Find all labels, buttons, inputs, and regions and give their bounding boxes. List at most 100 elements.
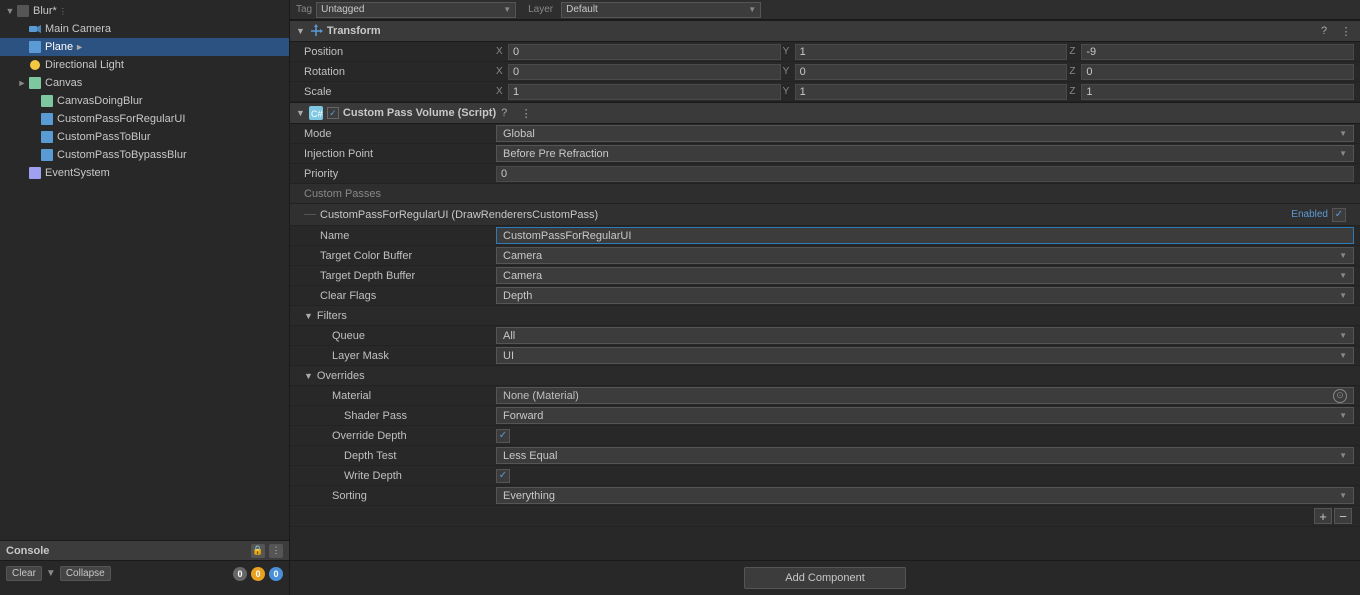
filters-arrow-icon: ▼	[304, 311, 313, 321]
hierarchy-item-canvas-doing-blur[interactable]: CanvasDoingBlur	[0, 92, 289, 110]
directional-light-label: Directional Light	[45, 59, 124, 71]
name-input[interactable]	[496, 227, 1354, 244]
hierarchy-item-custom-pass-regular[interactable]: CustomPassForRegularUI	[0, 110, 289, 128]
hierarchy-item-event-system[interactable]: EventSystem	[0, 164, 289, 182]
rotation-row: Rotation X Y Z	[290, 62, 1360, 82]
custom-pass-regular-label: CustomPassForRegularUI	[57, 113, 185, 125]
position-y-input[interactable]	[795, 44, 1068, 60]
clear-flags-row: Clear Flags Depth	[290, 286, 1360, 306]
filters-label: Filters	[317, 310, 347, 322]
add-pass-button[interactable]: +	[1314, 508, 1332, 524]
rotation-value: X Y Z	[496, 64, 1354, 80]
priority-row: Priority	[290, 164, 1360, 184]
scale-z-input[interactable]	[1081, 84, 1354, 100]
injection-point-dropdown[interactable]: Before Pre Refraction	[496, 145, 1354, 162]
custom-passes-label: Custom Passes	[304, 188, 381, 200]
priority-input[interactable]	[496, 166, 1354, 182]
add-component-button[interactable]: Add Component	[744, 567, 906, 589]
custom-pass-volume-settings-icon[interactable]: ⋮	[518, 105, 534, 121]
tag-dropdown[interactable]: Untagged	[316, 2, 516, 18]
pass-enabled-checkbox[interactable]	[1332, 208, 1346, 222]
rotation-z-input[interactable]	[1081, 64, 1354, 80]
override-depth-value	[496, 429, 1354, 443]
clear-flags-label: Clear Flags	[296, 290, 496, 302]
position-x-input[interactable]	[508, 44, 781, 60]
position-z-input[interactable]	[1081, 44, 1354, 60]
rotation-x-label: X	[496, 66, 506, 77]
write-depth-checkbox[interactable]	[496, 469, 510, 483]
scale-x-input[interactable]	[508, 84, 781, 100]
hierarchy-item-blur[interactable]: Blur* ⋮	[0, 2, 289, 20]
hierarchy-item-plane[interactable]: Plane ►	[0, 38, 289, 56]
sorting-row: Sorting Everything	[290, 486, 1360, 506]
pass-header: CustomPassForRegularUI (DrawRenderersCus…	[290, 204, 1360, 226]
rotation-z-label: Z	[1069, 66, 1079, 77]
tree-arrow-canvas[interactable]	[16, 77, 28, 89]
hierarchy-item-main-camera[interactable]: Main Camera	[0, 20, 289, 38]
info-count: 0	[269, 567, 283, 581]
material-target-icon[interactable]: ⊙	[1333, 389, 1347, 403]
mode-label: Mode	[296, 128, 496, 140]
custom-pass-volume-checkbox[interactable]	[327, 107, 339, 119]
overrides-section[interactable]: ▼ Overrides	[290, 366, 1360, 386]
transform-help-icon[interactable]: ?	[1316, 23, 1332, 39]
injection-point-row: Injection Point Before Pre Refraction	[290, 144, 1360, 164]
hierarchy-panel: Blur* ⋮ Main Camera Plane ►	[0, 0, 289, 540]
queue-dropdown[interactable]: All	[496, 327, 1354, 344]
rotation-y-label: Y	[783, 66, 793, 77]
rotation-y-input[interactable]	[795, 64, 1068, 80]
rotation-x-input[interactable]	[508, 64, 781, 80]
hierarchy-item-directional-light[interactable]: Directional Light	[0, 56, 289, 74]
right-panel: Tag Untagged Layer Default ▼ Transform ?…	[290, 0, 1360, 595]
depth-test-dropdown[interactable]: Less Equal	[496, 447, 1354, 464]
rotation-x-item: X	[496, 64, 781, 80]
scale-y-input[interactable]	[795, 84, 1068, 100]
clear-flags-dropdown[interactable]: Depth	[496, 287, 1354, 304]
sorting-dropdown[interactable]: Everything	[496, 487, 1354, 504]
clear-button[interactable]: Clear	[6, 566, 42, 581]
transform-title: Transform	[327, 25, 1316, 37]
depth-test-row: Depth Test Less Equal	[290, 446, 1360, 466]
layer-dropdown[interactable]: Default	[561, 2, 761, 18]
write-depth-row: Write Depth	[290, 466, 1360, 486]
scale-y-label: Y	[783, 86, 793, 97]
hierarchy-item-custom-pass-to-blur[interactable]: CustomPassToBlur	[0, 128, 289, 146]
shader-pass-row: Shader Pass Forward	[290, 406, 1360, 426]
info-badge: 0	[269, 567, 283, 581]
layer-mask-dropdown[interactable]: UI	[496, 347, 1354, 364]
shader-pass-dropdown[interactable]: Forward	[496, 407, 1354, 424]
console-header: Console 🔒 ⋮	[0, 541, 289, 561]
target-depth-buffer-dropdown[interactable]: Camera	[496, 267, 1354, 284]
mode-dropdown[interactable]: Global	[496, 125, 1354, 142]
override-depth-checkbox[interactable]	[496, 429, 510, 443]
collapse-button[interactable]: Collapse	[60, 566, 111, 581]
depth-test-value: Less Equal	[496, 447, 1354, 464]
position-xyz: X Y Z	[496, 44, 1354, 60]
target-color-buffer-dropdown[interactable]: Camera	[496, 247, 1354, 264]
warning-badge: 0	[251, 567, 265, 581]
custom-pass-volume-help-icon[interactable]: ?	[496, 105, 512, 121]
rotation-z-item: Z	[1069, 64, 1354, 80]
hierarchy-item-custom-pass-bypass[interactable]: CustomPassToBypassBlur	[0, 146, 289, 164]
material-label: Material	[296, 390, 496, 402]
enabled-label: Enabled	[1291, 209, 1328, 220]
transform-section-header[interactable]: ▼ Transform ? ⋮	[290, 20, 1360, 42]
scale-x-label: X	[496, 86, 506, 97]
console-menu-icon[interactable]: ⋮	[269, 544, 283, 558]
transform-settings-icon[interactable]: ⋮	[1338, 23, 1354, 39]
console-lock-icon[interactable]: 🔒	[251, 544, 265, 558]
tree-arrow-blur[interactable]	[4, 5, 16, 17]
custom-pass-volume-title: Custom Pass Volume (Script)	[343, 107, 496, 119]
hierarchy-item-canvas[interactable]: Canvas	[0, 74, 289, 92]
filters-section[interactable]: ▼ Filters	[290, 306, 1360, 326]
main-camera-label: Main Camera	[45, 23, 111, 35]
custom-pass-volume-header[interactable]: ▼ C# Custom Pass Volume (Script) ? ⋮	[290, 102, 1360, 124]
blur-icon	[16, 4, 30, 18]
queue-row: Queue All	[290, 326, 1360, 346]
blur-more-icon: ⋮	[59, 7, 69, 16]
name-row: Name	[290, 226, 1360, 246]
target-color-buffer-value: Camera	[496, 247, 1354, 264]
position-value: X Y Z	[496, 44, 1354, 60]
remove-pass-button[interactable]: −	[1334, 508, 1352, 524]
custom-pass-volume-script-icon: C#	[309, 106, 323, 120]
